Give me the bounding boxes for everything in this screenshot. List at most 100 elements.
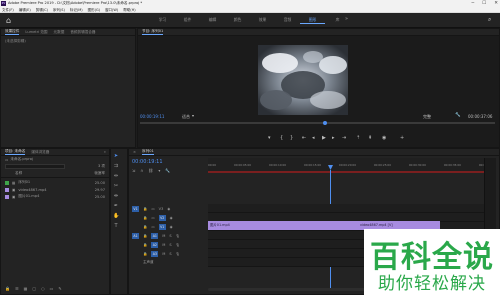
mic-icon[interactable]: 🎙: [176, 252, 180, 256]
step-back-icon[interactable]: ◂: [312, 135, 315, 141]
tab-project[interactable]: 项目: 未命名: [5, 149, 26, 155]
sync-lock-icon[interactable]: ▭: [151, 216, 154, 220]
go-to-in-icon[interactable]: ⇤: [302, 135, 306, 141]
tab-assembly[interactable]: 组件: [175, 17, 200, 24]
tab-audio-clip-mixer[interactable]: 音频剪辑混合器: [70, 30, 95, 35]
project-item[interactable]: ▣ video4867.mp4 29.97: [5, 186, 105, 193]
selection-tool-icon[interactable]: ➤: [113, 153, 119, 159]
tab-graphics[interactable]: 图形: [300, 17, 325, 24]
lock-icon[interactable]: 🔒: [143, 234, 147, 238]
razor-tool-icon[interactable]: ✂: [113, 183, 119, 189]
tab-effects[interactable]: 效果: [250, 17, 275, 24]
menu-window[interactable]: 窗口(W): [105, 7, 118, 12]
icon-view-icon[interactable]: ▦: [24, 286, 28, 291]
minimize-icon[interactable]: ─: [471, 0, 474, 7]
maximize-icon[interactable]: ☐: [482, 0, 486, 7]
sync-lock-icon[interactable]: ▭: [151, 207, 154, 211]
snap-icon[interactable]: ∩: [140, 168, 143, 173]
menu-sequence[interactable]: 序列(S): [53, 7, 65, 12]
track-target-button[interactable]: V2: [158, 214, 166, 221]
project-item[interactable]: ▣ 图片01.mp4 25.00: [5, 193, 105, 200]
more-workspaces-icon[interactable]: »: [345, 16, 348, 22]
mark-out-icon[interactable]: }: [290, 135, 293, 141]
eye-icon[interactable]: ◉: [170, 225, 173, 229]
tab-metadata[interactable]: 元数据: [54, 30, 65, 35]
step-forward-icon[interactable]: ▸: [332, 135, 335, 141]
menu-marker[interactable]: 标记(M): [70, 7, 83, 12]
track-target-button[interactable]: A3: [151, 250, 159, 257]
add-marker-icon[interactable]: ▾: [268, 135, 271, 141]
menu-edit[interactable]: 编辑(E): [19, 7, 31, 12]
zoom-slider-icon[interactable]: ○: [41, 286, 45, 291]
linked-selection-icon[interactable]: ⛓: [148, 168, 153, 173]
lock-icon[interactable]: 🔒: [143, 216, 147, 220]
mute-icon[interactable]: M: [162, 252, 165, 256]
more-panels-icon[interactable]: »: [104, 150, 106, 154]
eye-icon[interactable]: ◉: [167, 207, 170, 211]
hand-tool-icon[interactable]: ✋: [113, 213, 119, 219]
new-bin-icon[interactable]: ▭: [50, 286, 54, 291]
sync-lock-icon[interactable]: ▭: [151, 225, 154, 229]
menu-clip[interactable]: 剪辑(C): [36, 7, 48, 12]
add-button-icon[interactable]: +: [400, 135, 404, 141]
close-sequence-icon[interactable]: ×: [133, 150, 136, 154]
mic-icon[interactable]: 🎙: [176, 234, 180, 238]
pen-tool-icon[interactable]: ✒: [113, 203, 119, 209]
export-frame-icon[interactable]: ◉: [382, 135, 386, 141]
home-icon[interactable]: ⌂: [6, 16, 11, 25]
lock-icon[interactable]: 🔒: [143, 252, 147, 256]
menu-file[interactable]: 文件(F): [2, 7, 14, 12]
project-search-input[interactable]: [5, 164, 65, 169]
tab-media-browser[interactable]: 媒体浏览器: [31, 150, 49, 155]
column-frame-rate[interactable]: 帧速率: [94, 171, 105, 176]
solo-icon[interactable]: S: [169, 234, 171, 238]
settings-wrench-icon[interactable]: 🔧: [455, 113, 461, 118]
go-to-out-icon[interactable]: ⇥: [342, 135, 346, 141]
lock-icon[interactable]: 🔒: [5, 286, 10, 291]
project-item[interactable]: ▦ 序列01 25.00: [5, 179, 105, 186]
slip-tool-icon[interactable]: ⇼: [113, 193, 119, 199]
tab-learn[interactable]: 学习: [150, 17, 175, 24]
mute-icon[interactable]: M: [162, 234, 165, 238]
mute-icon[interactable]: M: [162, 243, 165, 247]
close-icon[interactable]: ✕: [494, 0, 498, 7]
solo-icon[interactable]: S: [169, 252, 171, 256]
nest-icon[interactable]: ⇲: [132, 168, 135, 173]
tab-effect-controls[interactable]: 效果控件: [5, 29, 20, 35]
fit-chevron-down-icon[interactable]: ▾: [192, 113, 194, 118]
mark-in-icon[interactable]: {: [280, 135, 283, 141]
program-timecode[interactable]: 00:00:19:11: [140, 114, 164, 119]
lock-icon[interactable]: 🔒: [143, 207, 147, 211]
track-target-button[interactable]: A1: [151, 232, 159, 239]
tab-sequence[interactable]: 序列01: [142, 149, 154, 155]
ripple-edit-tool-icon[interactable]: ⇹: [113, 173, 119, 179]
wrench-icon[interactable]: 🔧: [165, 168, 170, 173]
timeline-timecode[interactable]: 00:00:19:11: [132, 159, 163, 165]
tab-lumetri-scopes[interactable]: Lumetri 范围: [25, 30, 47, 35]
track-select-tool-icon[interactable]: ⇉: [113, 163, 119, 169]
lock-icon[interactable]: 🔒: [143, 243, 147, 247]
tab-color[interactable]: 颜色: [225, 17, 250, 24]
track-target-button[interactable]: A2: [151, 241, 159, 248]
source-patch-v1[interactable]: V1: [132, 205, 139, 212]
lift-icon[interactable]: ⇡: [356, 135, 360, 141]
tab-audio[interactable]: 音频: [275, 17, 300, 24]
timeline-clip[interactable]: 图片01.mp4: [208, 221, 358, 230]
tab-editing[interactable]: 编辑: [200, 17, 225, 24]
lock-icon[interactable]: 🔒: [143, 225, 147, 229]
menu-graphics[interactable]: 图形(G): [88, 7, 100, 12]
search-icon[interactable]: ⌕: [488, 16, 491, 24]
fit-dropdown[interactable]: 适合: [182, 114, 190, 120]
list-view-icon[interactable]: ☰: [15, 286, 19, 291]
add-marker-icon[interactable]: ▾: [158, 168, 160, 173]
program-scrubber[interactable]: [140, 122, 495, 124]
mic-icon[interactable]: 🎙: [176, 243, 180, 247]
freeform-view-icon[interactable]: ▢: [32, 286, 36, 291]
program-monitor-title[interactable]: 节目: 序列01: [142, 29, 164, 35]
type-tool-icon[interactable]: T: [113, 223, 119, 229]
solo-icon[interactable]: S: [169, 243, 171, 247]
column-name[interactable]: 名称: [15, 171, 22, 176]
extract-icon[interactable]: ⇞: [368, 135, 372, 141]
source-patch-a1[interactable]: A1: [132, 232, 139, 239]
new-item-icon[interactable]: ✎: [58, 286, 61, 291]
